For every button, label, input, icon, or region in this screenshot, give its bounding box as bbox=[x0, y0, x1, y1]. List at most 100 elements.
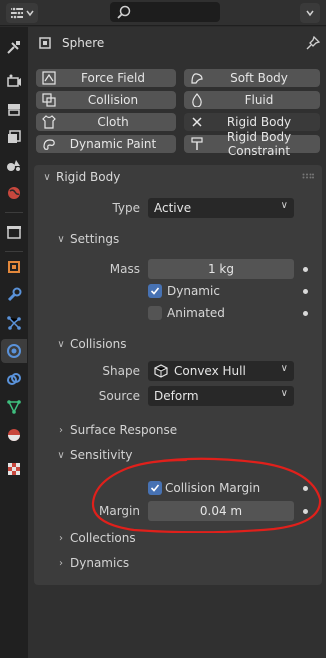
convex-hull-icon bbox=[154, 364, 168, 378]
texture-icon bbox=[8, 463, 20, 475]
force-field-icon bbox=[42, 71, 56, 85]
type-dropdown[interactable]: Active ∨ bbox=[148, 198, 294, 218]
margin-label: Margin bbox=[99, 504, 140, 518]
checkmark-icon bbox=[150, 287, 160, 295]
tab-render[interactable] bbox=[1, 69, 27, 93]
dynamics-subpanel-header[interactable]: › Dynamics bbox=[34, 552, 129, 574]
force-field-button[interactable]: Force Field bbox=[36, 69, 176, 87]
options-dropdown[interactable] bbox=[300, 3, 320, 23]
collision-margin-label: Collision Margin bbox=[165, 481, 261, 495]
tab-data[interactable] bbox=[1, 395, 27, 419]
animated-label: Animated bbox=[167, 306, 225, 320]
fluid-button[interactable]: Fluid bbox=[184, 91, 320, 109]
keyframe-dot[interactable] bbox=[303, 311, 308, 316]
tab-world[interactable] bbox=[1, 181, 27, 205]
particles-icon bbox=[7, 316, 21, 330]
close-icon bbox=[192, 117, 202, 127]
collision-button[interactable]: Collision bbox=[36, 91, 176, 109]
chevron-down-icon: ∨ bbox=[57, 338, 65, 350]
drag-handle-icon[interactable] bbox=[302, 173, 314, 179]
keyframe-dot[interactable] bbox=[303, 267, 308, 272]
chevron-down-icon: ∨ bbox=[43, 171, 51, 183]
physics-icon bbox=[7, 344, 21, 358]
chevron-down-icon: ∨ bbox=[280, 388, 288, 399]
pin-icon[interactable] bbox=[306, 36, 320, 50]
tab-tool[interactable] bbox=[1, 35, 27, 59]
dynamic-paint-icon bbox=[43, 139, 55, 150]
cloth-button[interactable]: Cloth bbox=[36, 113, 176, 131]
panel-title: Rigid Body bbox=[56, 170, 121, 184]
collision-icon bbox=[42, 93, 56, 107]
fluid-icon bbox=[192, 93, 202, 107]
properties-header bbox=[0, 0, 326, 26]
collision-margin-checkbox[interactable] bbox=[148, 481, 162, 495]
editor-type-dropdown[interactable] bbox=[6, 3, 38, 23]
search-input[interactable] bbox=[110, 2, 220, 22]
view-layer-icon bbox=[8, 130, 21, 143]
rigid-body-constraint-button[interactable]: Rigid Body Constraint bbox=[184, 130, 320, 158]
shape-dropdown[interactable]: Convex Hull ∨ bbox=[148, 361, 294, 381]
tab-scene[interactable] bbox=[1, 153, 27, 177]
tab-object[interactable] bbox=[1, 255, 27, 279]
tab-material[interactable] bbox=[1, 423, 27, 447]
tab-physics[interactable] bbox=[1, 339, 27, 363]
source-dropdown[interactable]: Deform ∨ bbox=[148, 386, 294, 406]
keyframe-dot[interactable] bbox=[303, 486, 308, 491]
dynamic-checkbox[interactable] bbox=[148, 284, 162, 298]
animated-checkbox[interactable] bbox=[148, 306, 162, 320]
chevron-down-icon: ∨ bbox=[57, 449, 65, 461]
scene-icon bbox=[7, 160, 20, 171]
rigid-body-panel-header[interactable]: ∨ Rigid Body bbox=[34, 165, 322, 189]
tab-collection[interactable] bbox=[1, 220, 27, 244]
soft-body-icon bbox=[191, 73, 203, 84]
object-name: Sphere bbox=[62, 36, 105, 50]
keyframe-dot[interactable] bbox=[303, 509, 308, 514]
tool-icon bbox=[7, 41, 20, 54]
chevron-right-icon: › bbox=[59, 424, 63, 436]
margin-field[interactable]: 0.04 m bbox=[148, 501, 294, 521]
chevron-right-icon: › bbox=[59, 557, 63, 569]
cloth-icon bbox=[42, 115, 56, 129]
tab-modifiers[interactable] bbox=[1, 283, 27, 307]
wrench-icon bbox=[7, 287, 22, 302]
dynamic-paint-button[interactable]: Dynamic Paint bbox=[36, 135, 176, 153]
soft-body-button[interactable]: Soft Body bbox=[184, 69, 320, 87]
properties-main: Sphere Force Field Soft Body Collision F… bbox=[28, 27, 326, 658]
type-label: Type bbox=[112, 201, 140, 215]
chevron-down-icon: ∨ bbox=[280, 363, 288, 374]
tab-output[interactable] bbox=[1, 97, 27, 121]
sensitivity-subpanel-header[interactable]: ∨ Sensitivity bbox=[34, 444, 132, 466]
rigid-body-constraint-icon bbox=[191, 137, 203, 150]
tab-view-layer[interactable] bbox=[1, 125, 27, 149]
shape-label: Shape bbox=[102, 364, 140, 378]
object-icon bbox=[39, 37, 51, 49]
properties-tab-strip bbox=[0, 27, 28, 658]
material-icon bbox=[8, 429, 20, 441]
mesh-data-icon bbox=[7, 400, 21, 414]
surface-response-subpanel-header[interactable]: › Surface Response bbox=[34, 419, 177, 441]
rigid-body-panel: ∨ Rigid Body Type Active ∨ ∨ Settings Ma… bbox=[34, 165, 322, 585]
mass-field[interactable]: 1 kg bbox=[148, 259, 294, 279]
output-icon bbox=[8, 104, 20, 116]
search-icon bbox=[117, 5, 131, 19]
render-icon bbox=[7, 74, 21, 87]
checkmark-icon bbox=[150, 484, 160, 492]
keyframe-dot[interactable] bbox=[303, 289, 308, 294]
constraints-icon bbox=[7, 373, 21, 385]
collections-subpanel-header[interactable]: › Collections bbox=[34, 527, 136, 549]
chevron-down-icon: ∨ bbox=[280, 200, 288, 211]
collection-icon bbox=[7, 226, 21, 239]
world-icon bbox=[8, 187, 20, 199]
collisions-subpanel-header[interactable]: ∨ Collisions bbox=[34, 333, 126, 355]
source-label: Source bbox=[98, 389, 140, 403]
chevron-down-icon: ∨ bbox=[57, 233, 65, 245]
tab-texture[interactable] bbox=[1, 457, 27, 481]
tab-particles[interactable] bbox=[1, 311, 27, 335]
settings-subpanel-header[interactable]: ∨ Settings bbox=[34, 228, 119, 250]
tab-constraints[interactable] bbox=[1, 367, 27, 391]
dynamic-label: Dynamic bbox=[167, 284, 220, 298]
object-context: Sphere bbox=[28, 27, 326, 59]
chevron-down-icon bbox=[306, 10, 314, 17]
chevron-down-icon bbox=[26, 10, 34, 17]
rigid-body-button[interactable]: Rigid Body bbox=[184, 113, 320, 131]
